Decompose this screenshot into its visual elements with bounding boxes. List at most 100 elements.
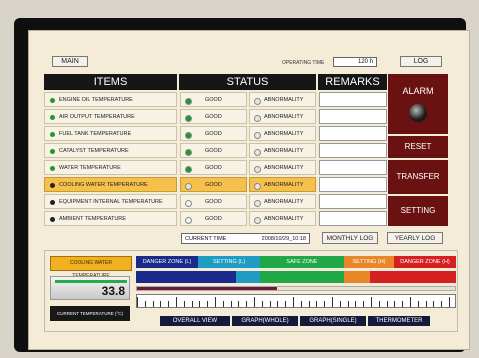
scale-tick: [324, 301, 326, 307]
table-row: AIR OUTPUT TEMPERATURE GOOD ABNORMALITY: [44, 108, 387, 125]
log-button[interactable]: LOG: [400, 56, 442, 67]
good-lamp-icon: [185, 115, 192, 122]
overall-view-button[interactable]: OVERALL VIEW: [160, 316, 230, 326]
status-header: STATUS: [179, 74, 316, 90]
good-cell[interactable]: GOOD: [180, 92, 247, 107]
abnormality-lamp-icon: [254, 200, 261, 207]
good-lamp-icon: [185, 166, 192, 173]
level-fill: [137, 287, 277, 290]
item-indicator-icon: [50, 98, 55, 103]
abnormality-lamp-icon: [254, 166, 261, 173]
alarm-label: ALARM: [402, 86, 434, 96]
item-indicator-icon: [50, 183, 55, 188]
remarks-header: REMARKS: [318, 74, 387, 90]
table-row: EQUIPMENT INTERNAL TEMPERATURE GOOD ABNORM…: [44, 193, 387, 210]
abnormality-lamp-icon: [254, 98, 261, 105]
remarks-field[interactable]: [319, 126, 387, 141]
item-cell: FUEL TANK TEMPERATURE: [44, 126, 177, 141]
abnormality-cell[interactable]: ABNORMALITY: [249, 126, 316, 141]
abnormality-lamp-icon: [254, 115, 261, 122]
remarks-field[interactable]: [319, 211, 387, 226]
remarks-field[interactable]: [319, 177, 387, 192]
table-row: FUEL TANK TEMPERATURE GOOD ABNORMALITY: [44, 125, 387, 142]
good-label: GOOD: [205, 114, 222, 120]
scale-tick: [152, 301, 154, 307]
scale-tick: [285, 301, 287, 307]
scale-tick: [222, 301, 224, 307]
thermometer-button[interactable]: THERMOMETER: [368, 316, 430, 326]
abnormality-label: ABNORMALITY: [264, 216, 304, 222]
operating-time-field: 120 h: [333, 57, 377, 67]
scale-tick: [378, 301, 380, 307]
good-label: GOOD: [205, 148, 222, 154]
item-label: ENGINE OIL TEMPERATURE: [59, 97, 133, 103]
abnormality-cell[interactable]: ABNORMALITY: [249, 211, 316, 226]
item-label: WATER TEMPERATURE: [59, 165, 121, 171]
setting-high: SETTING (H): [344, 256, 394, 268]
item-cell: AIR OUTPUT TEMPERATURE: [44, 109, 177, 124]
good-cell[interactable]: GOOD: [180, 211, 247, 226]
scale-tick: [300, 301, 302, 307]
good-cell[interactable]: GOOD: [180, 160, 247, 175]
reset-button[interactable]: RESET: [388, 136, 448, 158]
good-label: GOOD: [205, 165, 222, 171]
good-cell[interactable]: GOOD: [180, 143, 247, 158]
scale-tick: [199, 301, 201, 307]
graph-single-button[interactable]: GRAPH(SINGLE): [300, 316, 366, 326]
item-cell: ENGINE OIL TEMPERATURE: [44, 92, 177, 107]
operating-time-label: OPERATING TIME: [282, 60, 325, 66]
scale-tick: [254, 297, 255, 307]
scale-tick: [410, 297, 411, 307]
scale-tick: [308, 301, 310, 307]
abnormality-cell[interactable]: ABNORMALITY: [249, 177, 316, 192]
item-indicator-icon: [50, 217, 55, 222]
scale-tick: [215, 297, 216, 307]
setting-button[interactable]: SETTING: [388, 196, 448, 226]
remarks-field[interactable]: [319, 143, 387, 158]
abnormality-cell[interactable]: ABNORMALITY: [249, 92, 316, 107]
good-label: GOOD: [205, 199, 222, 205]
good-lamp-icon: [185, 200, 192, 207]
item-label: CATALYST TEMPERATURE: [59, 148, 129, 154]
current-temp-label: CURRENT TEMPERATURE (°C): [50, 306, 130, 321]
yearly-log-button[interactable]: YEARLY LOG: [387, 232, 443, 244]
good-cell[interactable]: GOOD: [180, 109, 247, 124]
abnormality-cell[interactable]: ABNORMALITY: [249, 160, 316, 175]
item-cell: CATALYST TEMPERATURE: [44, 143, 177, 158]
range-bar-danger-high: [370, 271, 456, 283]
abnormality-cell[interactable]: ABNORMALITY: [249, 109, 316, 124]
scale-tick: [261, 301, 263, 307]
abnormality-label: ABNORMALITY: [264, 199, 304, 205]
good-cell[interactable]: GOOD: [180, 194, 247, 209]
item-cell: EQUIPMENT INTERNAL TEMPERATURE: [44, 194, 177, 209]
scale-tick: [191, 301, 193, 307]
scale-tick: [394, 301, 396, 307]
danger-zone-low: DANGER ZONE (L): [136, 256, 198, 268]
scale-tick: [176, 297, 177, 307]
good-cell[interactable]: GOOD: [180, 177, 247, 192]
remarks-field[interactable]: [319, 92, 387, 107]
monthly-log-button[interactable]: MONTHLY LOG: [322, 232, 378, 244]
graph-whole-button[interactable]: GRAPH(WHOLE): [232, 316, 298, 326]
item-indicator-icon: [50, 166, 55, 171]
range-bar-safe: [260, 271, 344, 283]
remarks-field[interactable]: [319, 160, 387, 175]
abnormality-label: ABNORMALITY: [264, 131, 304, 137]
abnormality-label: ABNORMALITY: [264, 148, 304, 154]
remarks-field[interactable]: [319, 194, 387, 209]
items-header: ITEMS: [44, 74, 177, 90]
table-row: ENGINE OIL TEMPERATURE GOOD ABNORMALITY: [44, 91, 387, 108]
abnormality-cell[interactable]: ABNORMALITY: [249, 143, 316, 158]
scale-tick: [230, 301, 232, 307]
remarks-field[interactable]: [319, 109, 387, 124]
abnormality-cell[interactable]: ABNORMALITY: [249, 194, 316, 209]
item-label: AIR OUTPUT TEMPERATURE: [59, 114, 135, 120]
table-row: COOLING WATER TEMPERATURE GOOD ABNORMALITY: [44, 176, 387, 193]
item-indicator-icon: [50, 149, 55, 154]
range-bar-danger-low: [136, 271, 236, 283]
main-button[interactable]: MAIN: [52, 56, 88, 67]
item-indicator-icon: [50, 115, 55, 120]
scale-tick: [449, 297, 450, 307]
transfer-button[interactable]: TRANSFER: [388, 160, 448, 194]
good-cell[interactable]: GOOD: [180, 126, 247, 141]
